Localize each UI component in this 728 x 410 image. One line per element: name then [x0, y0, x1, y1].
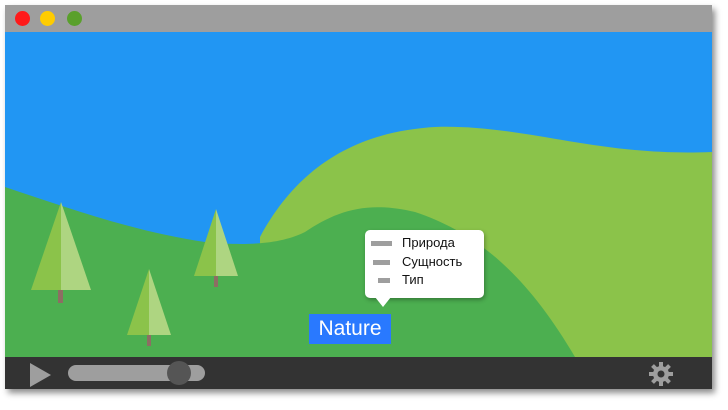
menu-item-label: Природа [402, 235, 455, 250]
landscape-illustration [5, 32, 712, 357]
line-icon [371, 241, 392, 246]
minimize-button[interactable] [40, 11, 55, 26]
menu-item-label: Тип [402, 272, 424, 287]
player-controls [5, 357, 712, 389]
video-scene[interactable] [5, 32, 712, 357]
context-popup: Природа Сущность Тип [365, 230, 484, 307]
progress-handle[interactable] [167, 361, 192, 385]
menu-item-nature[interactable]: Природа [365, 234, 484, 252]
gear-icon[interactable] [648, 361, 674, 387]
maximize-button[interactable] [67, 11, 82, 26]
close-button[interactable] [15, 11, 30, 26]
app-window: Природа Сущность Тип Nature [5, 5, 712, 389]
nature-tag[interactable]: Nature [309, 314, 391, 344]
title-bar [5, 5, 712, 32]
menu-item-entity[interactable]: Сущность [365, 253, 484, 271]
menu-item-label: Сущность [402, 254, 463, 269]
line-icon [373, 260, 390, 265]
play-icon[interactable] [30, 363, 51, 387]
line-icon [378, 278, 390, 283]
menu-item-type[interactable]: Тип [365, 271, 484, 289]
